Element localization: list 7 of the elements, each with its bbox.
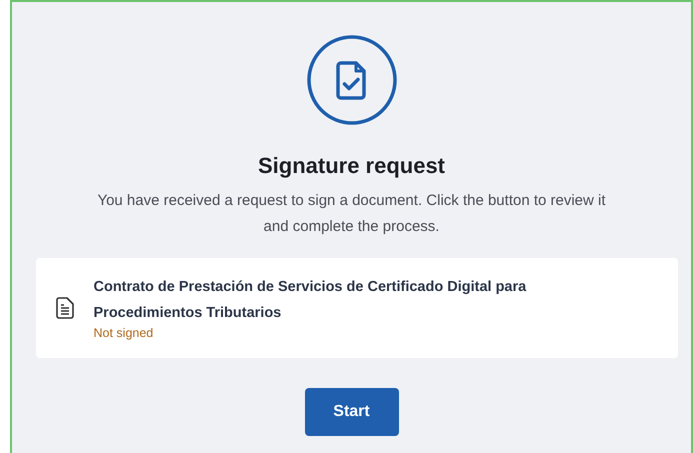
signed-document-icon <box>306 34 398 126</box>
page-title: Signature request <box>258 152 446 180</box>
document-icon <box>56 296 74 318</box>
document-name: Contrato de Prestación de Servicios de Certificado Digital para Procedimientos Tributarios <box>94 278 528 323</box>
description-text: You have received a request to sign a document. Click the button to review it and complete the process. <box>96 190 606 236</box>
document-status: Not signed <box>94 326 154 342</box>
start-button[interactable]: Start <box>304 388 398 436</box>
